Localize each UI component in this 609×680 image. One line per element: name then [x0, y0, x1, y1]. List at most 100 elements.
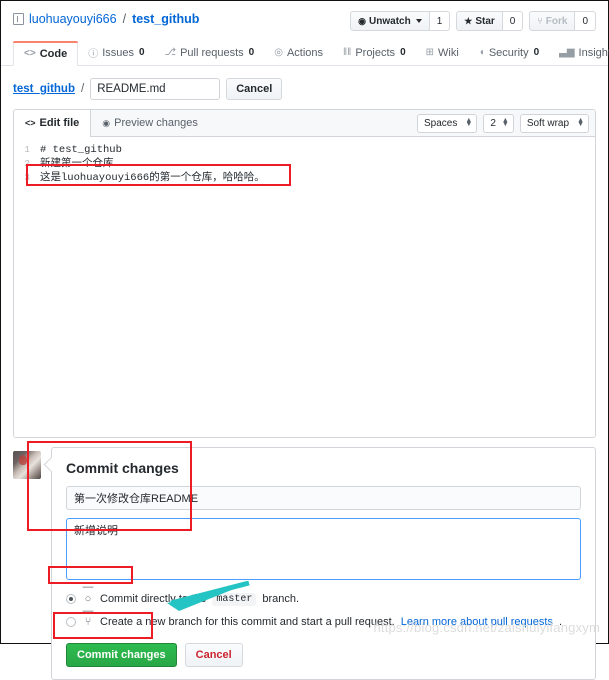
star-button[interactable]: ★ Star [456, 11, 503, 31]
repo-name-link[interactable]: test_github [132, 12, 199, 26]
filename-input[interactable] [90, 78, 221, 100]
indent-mode-select[interactable]: Spaces ▲ ▼ [417, 113, 478, 133]
code-editor-area[interactable]: 1 # test_github 2 新建第一个仓库 3 这是luohuayouy… [14, 137, 595, 437]
tab-wiki[interactable]: ⊞ Wiki [416, 40, 469, 65]
line-number: 1 [24, 144, 30, 155]
tab-preview-changes-label: Preview changes [114, 117, 198, 129]
play-icon: ◎ [274, 47, 283, 58]
file-editor: <> Edit file ◉ Preview changes Spaces ▲ ▼… [13, 109, 596, 438]
fork-button-group[interactable]: ⑂ Fork 0 [529, 11, 596, 31]
eye-icon: ◉ [102, 117, 111, 128]
line-text: 这是luohuayouyi666的第一个仓库，哈哈哈。 [40, 172, 265, 184]
star-icon: ★ [464, 15, 473, 26]
repo-header: luohuayouyi666 / test_github ◉ Unwatch 1… [1, 1, 608, 31]
watch-button-group[interactable]: ◉ Unwatch 1 [350, 11, 451, 31]
tab-wiki-label: Wiki [438, 46, 459, 59]
fork-button[interactable]: ⑂ Fork [529, 11, 576, 31]
tab-actions-label: Actions [286, 46, 324, 59]
graph-icon: ▃▆ [559, 47, 575, 58]
select-arrows-icon: ▲ ▼ [501, 117, 509, 128]
fork-count: 0 [575, 11, 596, 31]
avatar [13, 451, 41, 479]
radio-commit-directly[interactable] [66, 594, 76, 604]
indent-mode-value: Spaces [424, 117, 458, 129]
select-arrows-icon: ▲ ▼ [577, 117, 584, 128]
tab-projects-count: 0 [400, 47, 406, 58]
select-arrows-icon: ▲ ▼ [465, 117, 473, 128]
editor-tabs: <> Edit file ◉ Preview changes [14, 110, 209, 138]
branch-name-chip: master [212, 592, 257, 606]
star-count: 0 [502, 11, 524, 31]
star-button-group[interactable]: ★ Star 0 [456, 11, 524, 31]
code-line: 3 这是luohuayouyi666的第一个仓库，哈哈哈。 [14, 171, 595, 185]
repo-breadcrumb: luohuayouyi666 / test_github [13, 11, 199, 26]
code-line: 1 # test_github [14, 143, 595, 157]
unwatch-button[interactable]: ◉ Unwatch [350, 11, 430, 31]
line-text: # test_github [40, 144, 122, 156]
tab-pull-requests-label: Pull requests [180, 46, 244, 59]
tab-issues[interactable]: ⓘ Issues 0 [78, 40, 154, 65]
option-create-branch-text: Create a new branch for this commit and … [100, 616, 395, 628]
path-separator: / [80, 83, 85, 95]
star-label: Star [475, 15, 495, 27]
unwatch-label: Unwatch [369, 15, 411, 27]
watch-count: 1 [429, 11, 451, 31]
repo-social-buttons: ◉ Unwatch 1 ★ Star 0 ⑂ Fork 0 [350, 11, 596, 31]
repo-owner-link[interactable]: luohuayouyi666 [29, 12, 117, 26]
tab-projects[interactable]: ‖‖ Projects 0 [333, 40, 416, 65]
git-branch-icon: ⑂ [84, 616, 92, 628]
tab-insights-label: Insights [578, 46, 609, 59]
fork-label: Fork [545, 15, 568, 27]
commit-actions: Commit changes Cancel [66, 643, 581, 667]
tab-projects-label: Projects [355, 46, 396, 59]
tab-code-label: Code [39, 47, 68, 60]
line-text: 新建第一个仓库 [40, 158, 114, 170]
watermark: https://blog.csdn.net/zaishuiyifangxym [373, 620, 600, 635]
issue-opened-icon: ⓘ [88, 49, 99, 60]
tab-pull-requests[interactable]: ⎇ Pull requests 0 [155, 40, 265, 65]
repo-icon [13, 13, 24, 25]
tab-issues-count: 0 [138, 47, 145, 58]
git-commit-icon: —○— [82, 581, 94, 617]
radio-create-branch[interactable] [66, 617, 76, 627]
project-icon: ‖‖ [343, 47, 352, 58]
line-number: 2 [24, 158, 30, 169]
tab-preview-changes[interactable]: ◉ Preview changes [91, 110, 209, 137]
file-path-row: test_github / Cancel [1, 66, 608, 100]
commit-description-input[interactable]: 新增说明 [66, 518, 581, 580]
fork-icon: ⑂ [537, 15, 543, 26]
tab-edit-file[interactable]: <> Edit file [14, 110, 92, 138]
commit-changes-button[interactable]: Commit changes [66, 643, 177, 667]
tab-actions[interactable]: ◎ Actions [264, 40, 333, 65]
path-repo-link[interactable]: test_github [13, 83, 75, 95]
cancel-edit-button[interactable]: Cancel [226, 78, 283, 100]
option-commit-directly-text: Commit directly to the [100, 593, 207, 605]
tab-issues-label: Issues [102, 46, 134, 59]
tab-pull-requests-count: 0 [248, 47, 255, 58]
commit-summary-input[interactable] [66, 486, 581, 510]
indent-size-select[interactable]: 2 ▲ ▼ [483, 113, 514, 133]
tab-security[interactable]: ◖ Security 0 [469, 40, 549, 65]
option-commit-directly[interactable]: —○— Commit directly to the master branch… [66, 581, 581, 617]
indent-size-value: 2 [490, 117, 496, 129]
code-icon: <> [24, 48, 36, 59]
breadcrumb-separator: / [122, 12, 127, 26]
wrap-mode-select[interactable]: Soft wrap ▲ ▼ [519, 113, 589, 133]
line-number: 3 [24, 172, 30, 183]
code-icon: <> [25, 117, 36, 128]
option-commit-directly-suffix: branch. [262, 593, 300, 605]
code-line: 2 新建第一个仓库 [14, 157, 595, 171]
editor-toolbar: <> Edit file ◉ Preview changes Spaces ▲ ▼… [14, 110, 595, 138]
tab-edit-file-label: Edit file [39, 117, 80, 129]
eye-icon: ◉ [358, 15, 367, 26]
tab-code[interactable]: <> Code [13, 41, 79, 66]
repo-nav-tabs: <> Code ⓘ Issues 0 ⎇ Pull requests 0 ◎ A… [1, 40, 609, 66]
commit-cancel-button[interactable]: Cancel [184, 643, 243, 667]
chevron-down-icon [415, 19, 422, 23]
commit-form: Commit changes 新增说明 —○— Commit directly … [51, 447, 596, 680]
github-edit-file-page: luohuayouyi666 / test_github ◉ Unwatch 1… [1, 1, 609, 680]
tab-security-count: 0 [533, 47, 540, 58]
tab-insights[interactable]: ▃▆ Insights [549, 40, 609, 65]
git-pull-request-icon: ⎇ [164, 47, 177, 58]
shield-icon: ◖ [478, 47, 485, 58]
